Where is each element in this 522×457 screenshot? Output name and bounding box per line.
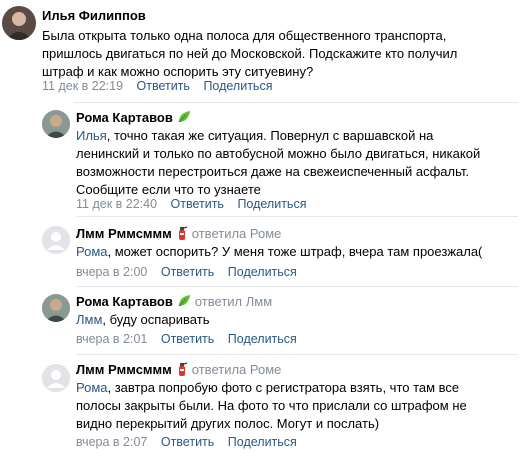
comment-date[interactable]: 11 дек в 22:19: [42, 79, 123, 93]
mention-link[interactable]: Рома: [76, 244, 108, 259]
share-button[interactable]: Поделиться: [228, 265, 297, 279]
comment: Лмм Рммсммм ответила Роме Рома, завтра по…: [0, 356, 522, 456]
avatar[interactable]: [42, 364, 70, 392]
mention-link[interactable]: Рома: [76, 380, 108, 395]
share-button[interactable]: Поделиться: [228, 332, 297, 346]
comment-date[interactable]: вчера в 2:07: [76, 435, 147, 449]
reply-button[interactable]: Ответить: [161, 332, 214, 346]
comment-date[interactable]: 11 дек в 22:40: [76, 197, 157, 211]
mention-link[interactable]: Илья: [76, 128, 107, 143]
share-button[interactable]: Поделиться: [228, 435, 297, 449]
comment-text-line: , завтра попробую фото с регистратора вз…: [107, 380, 460, 395]
comment: Рома Картавов Илья, точно такая же ситуа…: [0, 104, 522, 214]
comment-text-line: полосы закрыты были. На фото то что прис…: [76, 398, 467, 413]
comment: Илья Филиппов Была открыта только одна п…: [0, 0, 522, 100]
comment: Лмм Рммсммм ответила Роме Рома, может осп…: [0, 218, 522, 286]
reply-button[interactable]: Ответить: [161, 435, 214, 449]
comment-text: Лмм, буду оспаривать: [76, 311, 516, 329]
comment-text-line: , точно такая же ситуация. Повернул с ва…: [106, 128, 434, 143]
divider: [76, 354, 518, 355]
comment-author[interactable]: Илья Филиппов: [42, 8, 146, 23]
comment-text-line: ленинский и только по автобусной можно б…: [76, 146, 481, 161]
comment-author[interactable]: Рома Картавов: [76, 294, 173, 309]
replied-to[interactable]: ответила Роме: [192, 226, 282, 241]
replied-to[interactable]: ответил Лмм: [195, 294, 272, 309]
share-button[interactable]: Поделиться: [237, 197, 306, 211]
reply-button[interactable]: Ответить: [171, 197, 224, 211]
comment-text: Илья, точно такая же ситуация. Повернул …: [76, 127, 516, 199]
comment-text-line: , может оспорить? У меня тоже штраф, вче…: [107, 244, 483, 259]
reply-button[interactable]: Ответить: [137, 79, 190, 93]
fire-extinguisher-icon: [176, 226, 188, 241]
comment-text: Рома, может оспорить? У меня тоже штраф,…: [76, 243, 516, 261]
replied-to[interactable]: ответила Роме: [192, 362, 282, 377]
comment-text-line: видно перекрытий других полос. Могут и п…: [76, 416, 380, 431]
fire-extinguisher-icon: [176, 362, 188, 377]
reply-button[interactable]: Ответить: [161, 265, 214, 279]
comment-date[interactable]: вчера в 2:00: [76, 265, 147, 279]
divider: [74, 102, 518, 103]
comment-author[interactable]: Лмм Рммсммм: [76, 226, 172, 241]
leaf-icon: [177, 294, 191, 308]
avatar[interactable]: [42, 110, 70, 138]
comment: Рома Картавов ответил Лмм Лмм, буду оспар…: [0, 288, 522, 356]
leaf-icon: [177, 110, 191, 124]
avatar[interactable]: [2, 6, 36, 40]
divider: [76, 216, 518, 217]
mention-link[interactable]: Лмм: [76, 312, 102, 327]
comment-author[interactable]: Лмм Рммсммм: [76, 362, 172, 377]
comment-text-line: возможности перестроиться даже на свежеи…: [76, 164, 469, 179]
avatar[interactable]: [42, 226, 70, 254]
avatar[interactable]: [42, 294, 70, 322]
comment-date[interactable]: вчера в 2:01: [76, 332, 147, 346]
comment-text-line: Была открыта только одна полоса для обще…: [42, 28, 447, 43]
comment-text: Была открыта только одна полоса для обще…: [42, 27, 512, 81]
divider: [76, 286, 518, 287]
share-button[interactable]: Поделиться: [203, 79, 272, 93]
comment-text-line: , буду оспаривать: [102, 312, 210, 327]
comment-text-line: пришлось двигаться по ней до Московской.…: [42, 46, 458, 61]
comment-text: Рома, завтра попробую фото с регистратор…: [76, 379, 516, 433]
comment-author[interactable]: Рома Картавов: [76, 110, 173, 125]
